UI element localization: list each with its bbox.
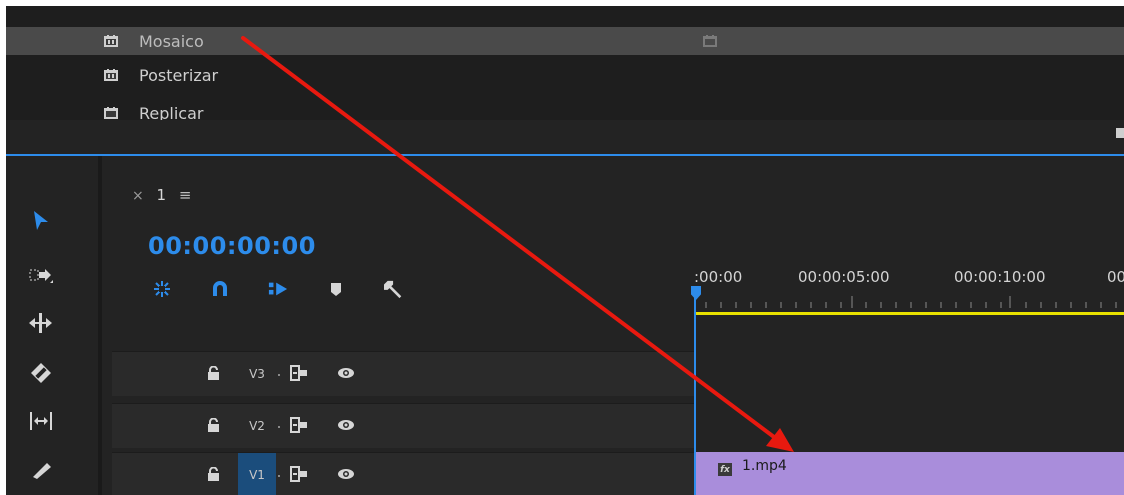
annotation-arrow — [241, 36, 794, 452]
premiere-window: Mosaico Posterizar Replicar × 1 ≡ 00:00:… — [6, 6, 1124, 495]
